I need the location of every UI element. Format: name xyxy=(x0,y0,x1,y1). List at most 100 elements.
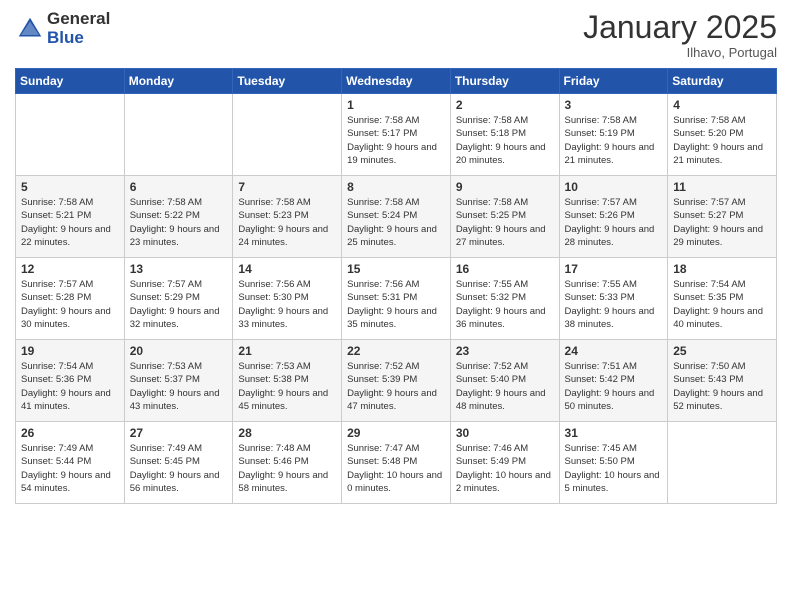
day-info: Sunrise: 7:45 AM Sunset: 5:50 PM Dayligh… xyxy=(565,442,663,495)
week-row-1: 1 Sunrise: 7:58 AM Sunset: 5:17 PM Daylig… xyxy=(16,94,777,176)
day-number: 25 xyxy=(673,344,771,358)
day-info: Sunrise: 7:50 AM Sunset: 5:43 PM Dayligh… xyxy=(673,360,771,413)
calendar-cell: 31Sunrise: 7:45 AM Sunset: 5:50 PM Dayli… xyxy=(559,422,668,504)
logo-icon xyxy=(15,14,45,44)
calendar-cell: 13 Sunrise: 7:57 AM Sunset: 5:29 PM Dayli… xyxy=(124,258,233,340)
day-info: Sunrise: 7:55 AM Sunset: 5:33 PM Dayligh… xyxy=(565,278,663,331)
calendar-cell: 3 Sunrise: 7:58 AM Sunset: 5:19 PM Daylig… xyxy=(559,94,668,176)
logo: General Blue xyxy=(15,10,110,47)
calendar-cell: 25 Sunrise: 7:50 AM Sunset: 5:43 PM Dayli… xyxy=(668,340,777,422)
day-info: Sunrise: 7:49 AM Sunset: 5:44 PM Dayligh… xyxy=(21,442,119,495)
day-number: 23 xyxy=(456,344,554,358)
day-number: 11 xyxy=(673,180,771,194)
day-info: Sunrise: 7:58 AM Sunset: 5:22 PM Dayligh… xyxy=(130,196,228,249)
location-subtitle: Ilhavo, Portugal xyxy=(583,45,777,60)
calendar-cell: 19 Sunrise: 7:54 AM Sunset: 5:36 PM Dayli… xyxy=(16,340,125,422)
day-info: Sunrise: 7:58 AM Sunset: 5:24 PM Dayligh… xyxy=(347,196,445,249)
week-row-2: 5Sunrise: 7:58 AM Sunset: 5:21 PM Daylig… xyxy=(16,176,777,258)
calendar-cell: 23 Sunrise: 7:52 AM Sunset: 5:40 PM Dayli… xyxy=(450,340,559,422)
day-info: Sunrise: 7:57 AM Sunset: 5:26 PM Dayligh… xyxy=(565,196,663,249)
day-info: Sunrise: 7:58 AM Sunset: 5:18 PM Dayligh… xyxy=(456,114,554,167)
calendar-cell: 6 Sunrise: 7:58 AM Sunset: 5:22 PM Daylig… xyxy=(124,176,233,258)
day-info: Sunrise: 7:55 AM Sunset: 5:32 PM Dayligh… xyxy=(456,278,554,331)
day-number: 3 xyxy=(565,98,663,112)
day-number: 16 xyxy=(456,262,554,276)
weekday-header-thursday: Thursday xyxy=(450,69,559,94)
calendar-cell: 29 Sunrise: 7:47 AM Sunset: 5:48 PM Dayli… xyxy=(342,422,451,504)
day-info: Sunrise: 7:58 AM Sunset: 5:23 PM Dayligh… xyxy=(238,196,336,249)
day-info: Sunrise: 7:58 AM Sunset: 5:17 PM Dayligh… xyxy=(347,114,445,167)
calendar-cell xyxy=(668,422,777,504)
calendar-cell: 16 Sunrise: 7:55 AM Sunset: 5:32 PM Dayli… xyxy=(450,258,559,340)
day-number: 22 xyxy=(347,344,445,358)
day-info: Sunrise: 7:57 AM Sunset: 5:27 PM Dayligh… xyxy=(673,196,771,249)
calendar-cell: 11 Sunrise: 7:57 AM Sunset: 5:27 PM Dayli… xyxy=(668,176,777,258)
calendar-cell: 2Sunrise: 7:58 AM Sunset: 5:18 PM Daylig… xyxy=(450,94,559,176)
week-row-3: 12Sunrise: 7:57 AM Sunset: 5:28 PM Dayli… xyxy=(16,258,777,340)
day-info: Sunrise: 7:58 AM Sunset: 5:20 PM Dayligh… xyxy=(673,114,771,167)
day-number: 28 xyxy=(238,426,336,440)
day-info: Sunrise: 7:52 AM Sunset: 5:39 PM Dayligh… xyxy=(347,360,445,413)
day-number: 13 xyxy=(130,262,228,276)
day-number: 15 xyxy=(347,262,445,276)
weekday-header-friday: Friday xyxy=(559,69,668,94)
week-row-5: 26 Sunrise: 7:49 AM Sunset: 5:44 PM Dayli… xyxy=(16,422,777,504)
calendar-cell: 20Sunrise: 7:53 AM Sunset: 5:37 PM Dayli… xyxy=(124,340,233,422)
calendar-cell: 12Sunrise: 7:57 AM Sunset: 5:28 PM Dayli… xyxy=(16,258,125,340)
week-row-4: 19 Sunrise: 7:54 AM Sunset: 5:36 PM Dayli… xyxy=(16,340,777,422)
calendar-cell: 8 Sunrise: 7:58 AM Sunset: 5:24 PM Daylig… xyxy=(342,176,451,258)
day-number: 17 xyxy=(565,262,663,276)
day-info: Sunrise: 7:52 AM Sunset: 5:40 PM Dayligh… xyxy=(456,360,554,413)
day-number: 27 xyxy=(130,426,228,440)
calendar-cell: 18 Sunrise: 7:54 AM Sunset: 5:35 PM Dayli… xyxy=(668,258,777,340)
day-info: Sunrise: 7:58 AM Sunset: 5:25 PM Dayligh… xyxy=(456,196,554,249)
day-number: 4 xyxy=(673,98,771,112)
calendar-cell: 22 Sunrise: 7:52 AM Sunset: 5:39 PM Dayli… xyxy=(342,340,451,422)
calendar-cell: 26 Sunrise: 7:49 AM Sunset: 5:44 PM Dayli… xyxy=(16,422,125,504)
day-info: Sunrise: 7:56 AM Sunset: 5:31 PM Dayligh… xyxy=(347,278,445,331)
month-title: January 2025 xyxy=(583,10,777,45)
day-number: 26 xyxy=(21,426,119,440)
weekday-header-saturday: Saturday xyxy=(668,69,777,94)
calendar-cell: 17 Sunrise: 7:55 AM Sunset: 5:33 PM Dayli… xyxy=(559,258,668,340)
day-info: Sunrise: 7:49 AM Sunset: 5:45 PM Dayligh… xyxy=(130,442,228,495)
day-number: 6 xyxy=(130,180,228,194)
day-number: 5 xyxy=(21,180,119,194)
calendar-cell: 7Sunrise: 7:58 AM Sunset: 5:23 PM Daylig… xyxy=(233,176,342,258)
day-info: Sunrise: 7:57 AM Sunset: 5:29 PM Dayligh… xyxy=(130,278,228,331)
calendar-cell: 5Sunrise: 7:58 AM Sunset: 5:21 PM Daylig… xyxy=(16,176,125,258)
day-number: 9 xyxy=(456,180,554,194)
calendar-cell: 14 Sunrise: 7:56 AM Sunset: 5:30 PM Dayli… xyxy=(233,258,342,340)
day-number: 8 xyxy=(347,180,445,194)
day-number: 24 xyxy=(565,344,663,358)
day-number: 1 xyxy=(347,98,445,112)
day-info: Sunrise: 7:58 AM Sunset: 5:19 PM Dayligh… xyxy=(565,114,663,167)
calendar-cell: 1 Sunrise: 7:58 AM Sunset: 5:17 PM Daylig… xyxy=(342,94,451,176)
day-number: 10 xyxy=(565,180,663,194)
calendar-cell: 24 Sunrise: 7:51 AM Sunset: 5:42 PM Dayli… xyxy=(559,340,668,422)
calendar-cell xyxy=(124,94,233,176)
logo-general-text: General xyxy=(47,10,110,29)
day-number: 14 xyxy=(238,262,336,276)
day-info: Sunrise: 7:47 AM Sunset: 5:48 PM Dayligh… xyxy=(347,442,445,495)
day-number: 21 xyxy=(238,344,336,358)
day-info: Sunrise: 7:48 AM Sunset: 5:46 PM Dayligh… xyxy=(238,442,336,495)
day-number: 19 xyxy=(21,344,119,358)
logo-blue-text: Blue xyxy=(47,29,110,48)
calendar-cell xyxy=(16,94,125,176)
day-info: Sunrise: 7:56 AM Sunset: 5:30 PM Dayligh… xyxy=(238,278,336,331)
day-info: Sunrise: 7:51 AM Sunset: 5:42 PM Dayligh… xyxy=(565,360,663,413)
day-number: 29 xyxy=(347,426,445,440)
calendar-cell: 28 Sunrise: 7:48 AM Sunset: 5:46 PM Dayli… xyxy=(233,422,342,504)
day-info: Sunrise: 7:54 AM Sunset: 5:35 PM Dayligh… xyxy=(673,278,771,331)
weekday-header-wednesday: Wednesday xyxy=(342,69,451,94)
day-number: 18 xyxy=(673,262,771,276)
day-number: 12 xyxy=(21,262,119,276)
header: General Blue January 2025 Ilhavo, Portug… xyxy=(15,10,777,60)
day-info: Sunrise: 7:46 AM Sunset: 5:49 PM Dayligh… xyxy=(456,442,554,495)
logo-text: General Blue xyxy=(47,10,110,47)
day-info: Sunrise: 7:54 AM Sunset: 5:36 PM Dayligh… xyxy=(21,360,119,413)
calendar-table: SundayMondayTuesdayWednesdayThursdayFrid… xyxy=(15,68,777,504)
calendar-cell: 15 Sunrise: 7:56 AM Sunset: 5:31 PM Dayli… xyxy=(342,258,451,340)
day-info: Sunrise: 7:53 AM Sunset: 5:37 PM Dayligh… xyxy=(130,360,228,413)
